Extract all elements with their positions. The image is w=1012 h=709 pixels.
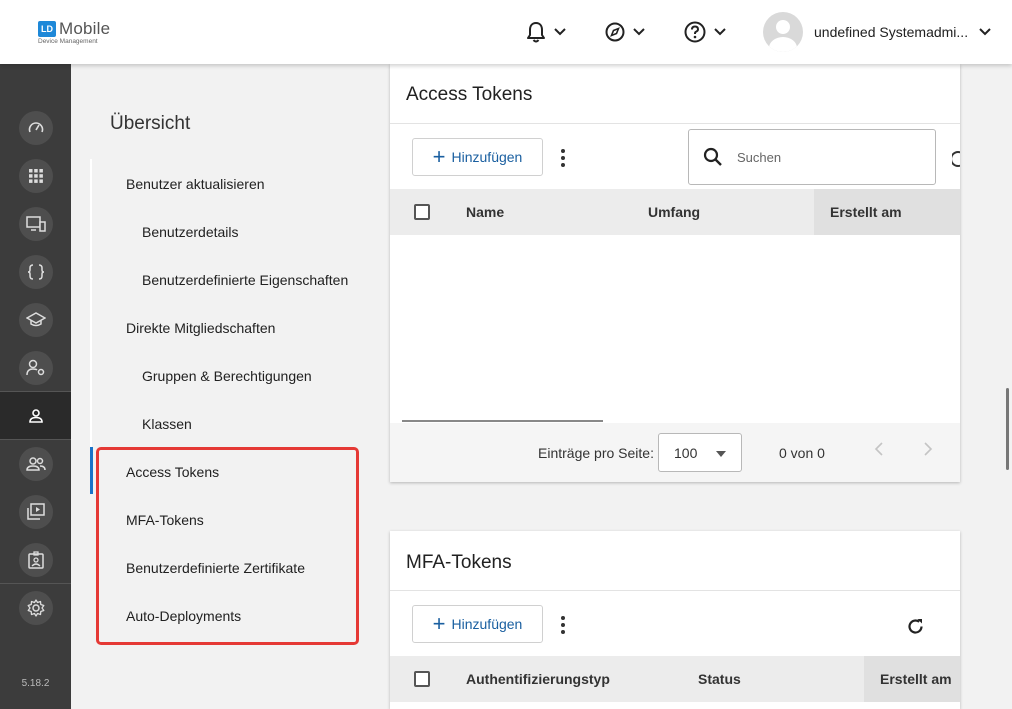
nav-settings[interactable]	[0, 584, 71, 632]
logo-badge: LD	[38, 21, 56, 37]
mfa-tokens-table-header: Authentifizierungstyp Status Erstellt am	[390, 656, 960, 702]
avatar	[763, 12, 803, 52]
help-menu[interactable]	[684, 20, 726, 44]
subnav-item-direkte-mitgliedschaften[interactable]: Direkte Mitgliedschaften	[126, 320, 275, 336]
subnav-item-access-tokens[interactable]: Access Tokens	[126, 464, 219, 480]
dashboard-icon	[28, 122, 43, 133]
main-navigation-rail: 5.18.2	[0, 64, 71, 709]
groups-icon	[25, 457, 46, 471]
nav-deployments[interactable]	[0, 488, 71, 536]
chevron-down-icon	[554, 28, 566, 36]
search-icon	[703, 147, 722, 166]
help-icon	[684, 21, 706, 43]
user-name: undefined Systemadmi...	[814, 24, 969, 40]
add-mfa-token-button[interactable]: + Hinzufügen	[412, 605, 543, 643]
column-header-name[interactable]: Name	[466, 189, 504, 235]
access-tokens-card: Access Tokens + Hinzufügen Name Umfang E…	[390, 64, 960, 482]
app-logo[interactable]: LD Mobile Device Management	[38, 20, 110, 46]
apps-grid-icon	[28, 169, 43, 183]
nav-track	[90, 159, 92, 494]
mfa-tokens-title: MFA-Tokens	[406, 552, 512, 573]
notifications-menu[interactable]	[526, 20, 566, 44]
table-pagination: Einträge pro Seite: 100 0 von 0	[390, 423, 960, 482]
subnav-item-benutzerdetails[interactable]: Benutzerdetails	[142, 224, 239, 240]
column-header-umfang[interactable]: Umfang	[648, 189, 700, 235]
column-header-erstellt-am[interactable]: Erstellt am	[830, 189, 902, 235]
subnav-item-mfa-tokens[interactable]: MFA-Tokens	[126, 512, 204, 528]
column-header-erstellt-am[interactable]: Erstellt am	[880, 656, 952, 702]
nav-scripts[interactable]	[0, 248, 71, 296]
subnav-item-klassen[interactable]: Klassen	[142, 416, 192, 432]
admin-users-icon	[25, 359, 44, 376]
nav-education[interactable]	[0, 296, 71, 344]
compass-icon	[605, 22, 625, 42]
subnav-item-gruppen-berechtigungen[interactable]: Gruppen & Berechtigungen	[142, 368, 312, 384]
add-button-label: Hinzufügen	[451, 616, 523, 632]
mfa-tokens-card: MFA-Tokens + Hinzufügen Authentifizierun…	[390, 531, 960, 709]
top-bar: LD Mobile Device Management undefined Sy…	[0, 0, 1012, 64]
per-page-label: Einträge pro Seite:	[538, 445, 654, 461]
previous-page-icon[interactable]	[874, 441, 884, 457]
logo-main-text: Mobile	[59, 19, 111, 38]
user-icon	[28, 409, 43, 423]
gear-icon	[27, 599, 44, 617]
subnav-item-benutzerdefinierte-zertifikate[interactable]: Benutzerdefinierte Zertifikate	[126, 560, 305, 576]
scripts-icon	[27, 264, 44, 280]
nav-badge[interactable]	[0, 536, 71, 584]
refresh-icon[interactable]	[906, 617, 925, 636]
more-options-button[interactable]	[555, 613, 571, 637]
nav-dashboard[interactable]	[0, 104, 71, 152]
nav-users[interactable]	[0, 392, 71, 440]
per-page-select[interactable]: 100	[658, 433, 742, 472]
chevron-down-icon	[714, 28, 726, 36]
active-indicator	[90, 447, 93, 494]
devices-icon	[25, 216, 46, 232]
plus-icon: +	[432, 611, 446, 636]
user-menu[interactable]: undefined Systemadmi...	[763, 12, 991, 52]
subnav-item-benutzer-aktualisieren[interactable]: Benutzer aktualisieren	[126, 176, 265, 192]
education-icon	[25, 312, 46, 327]
deployments-icon	[26, 503, 45, 520]
more-options-button[interactable]	[555, 146, 571, 170]
nav-admin-users[interactable]	[0, 344, 71, 392]
search-field[interactable]	[688, 129, 936, 185]
dropdown-arrow-icon	[716, 451, 726, 457]
subnav-item-auto-deployments[interactable]: Auto-Deployments	[126, 608, 241, 624]
badge-icon	[27, 551, 44, 569]
subnav-item-benutzerdefinierte-eigenschaften[interactable]: Benutzerdefinierte Eigenschaften	[142, 272, 348, 288]
access-tokens-table-header: Name Umfang Erstellt am	[390, 189, 960, 235]
explore-menu[interactable]	[605, 20, 645, 44]
plus-icon: +	[432, 144, 446, 169]
add-access-token-button[interactable]: + Hinzufügen	[412, 138, 543, 176]
horizontal-scrollbar[interactable]	[402, 420, 603, 422]
select-all-checkbox[interactable]	[414, 204, 430, 220]
bell-icon	[527, 22, 545, 43]
nav-apps[interactable]	[0, 152, 71, 200]
page-title: Übersicht	[110, 113, 191, 134]
chevron-down-icon	[633, 28, 645, 36]
overview-navigation: Übersicht Benutzer aktualisieren Benutze…	[71, 64, 390, 709]
nav-groups[interactable]	[0, 440, 71, 488]
app-version: 5.18.2	[21, 678, 50, 689]
select-all-checkbox[interactable]	[414, 671, 430, 687]
logo-sub-text: Device Management	[38, 38, 98, 45]
search-input[interactable]	[737, 149, 897, 165]
next-page-icon[interactable]	[923, 441, 933, 457]
access-tokens-title: Access Tokens	[406, 84, 533, 105]
column-header-status[interactable]: Status	[698, 656, 741, 702]
column-header-authentifizierungstyp[interactable]: Authentifizierungstyp	[466, 656, 610, 702]
chevron-down-icon	[979, 28, 991, 36]
add-button-label: Hinzufügen	[451, 149, 523, 165]
page-scrollbar[interactable]	[1006, 388, 1009, 470]
pagination-range: 0 von 0	[779, 445, 825, 461]
refresh-icon[interactable]	[952, 150, 960, 168]
nav-devices[interactable]	[0, 200, 71, 248]
per-page-value: 100	[674, 445, 698, 461]
